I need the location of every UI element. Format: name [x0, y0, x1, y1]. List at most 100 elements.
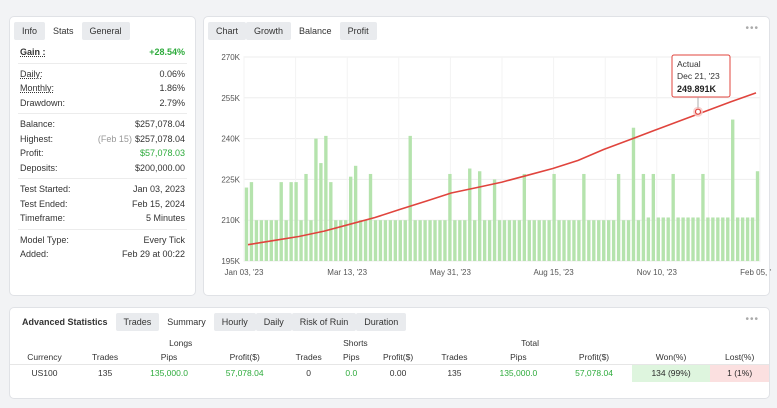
tab-advanced-statistics[interactable]: Advanced Statistics — [14, 313, 116, 331]
tab-risk-of-ruin[interactable]: Risk of Ruin — [291, 313, 357, 331]
bar — [324, 135, 328, 261]
highest-amount: $257,078.04 — [134, 133, 185, 144]
highest-row: Highest: (Feb 15) $257,078.04 — [10, 132, 195, 147]
bar — [582, 173, 586, 261]
bar — [522, 173, 527, 261]
cell-long-trades: 135 — [78, 363, 132, 382]
timeframe-label: Timeframe: — [20, 213, 66, 224]
bar — [636, 220, 641, 261]
balance-label: Balance: — [20, 119, 56, 130]
tab-summary[interactable]: Summary — [159, 313, 214, 331]
bar — [557, 220, 561, 261]
bar — [254, 220, 259, 261]
bar — [517, 220, 522, 261]
x-tick-label: Nov 10, '23 — [637, 268, 678, 277]
divider — [18, 113, 187, 114]
tab-hourly[interactable]: Hourly — [213, 313, 256, 331]
test-ended-label: Test Ended: — [20, 198, 68, 209]
bar — [686, 217, 690, 261]
y-tick-label: 195K — [221, 257, 240, 266]
bar — [552, 173, 556, 261]
bar — [542, 220, 546, 261]
group-header-row: Longs Shorts Total — [10, 336, 769, 350]
stats-panel: Info Stats General Gain : +28.54% Daily:… — [9, 16, 196, 296]
stats-tabs: Info Stats General — [14, 21, 191, 41]
bar — [368, 173, 373, 261]
bar — [279, 182, 283, 261]
col-short-trades: Trades — [295, 351, 322, 362]
more-options-icon[interactable]: ••• — [745, 314, 759, 325]
bar — [656, 217, 660, 261]
timeframe-value: 5 Minutes — [145, 213, 185, 224]
tab-general[interactable]: General — [81, 22, 130, 40]
divider — [18, 178, 187, 179]
advanced-statistics-panel: Advanced Statistics Trades Summary Hourl… — [9, 307, 770, 399]
bar — [616, 173, 621, 261]
bar — [726, 217, 730, 261]
y-tick-label: 225K — [221, 175, 240, 184]
bar — [562, 220, 566, 261]
deposits-row: Deposits: $200,000.00 — [10, 161, 195, 176]
bar — [502, 220, 507, 261]
col-long-trades: Trades — [92, 351, 119, 362]
balance-value: $257,078.04 — [134, 119, 185, 130]
bar — [403, 220, 407, 261]
bar — [597, 220, 601, 261]
bar — [433, 220, 437, 261]
added-value: Feb 29 at 00:22 — [121, 249, 185, 260]
bar — [706, 217, 710, 261]
tooltip-value: 249.891K — [677, 84, 717, 94]
col-long-profit: Profit($) — [229, 351, 260, 362]
col-long-pips: Pips — [160, 351, 178, 362]
balance-chart: 270K 255K 240K 225K 210K 195K Jan 03, '23 Mar 1… — [221, 53, 771, 277]
bar — [453, 220, 457, 261]
cell-won: 134 (99%) — [631, 363, 711, 382]
bar — [750, 217, 755, 261]
bar — [314, 138, 318, 261]
bar — [334, 220, 338, 261]
cell-total-trades: 135 — [428, 363, 481, 382]
bar — [731, 119, 735, 261]
bar — [532, 220, 536, 261]
bar — [423, 220, 427, 261]
highest-date: (Feb 15) — [97, 133, 132, 144]
bar — [721, 217, 725, 261]
bar — [507, 220, 512, 261]
bar — [740, 217, 745, 261]
bar — [473, 220, 477, 261]
col-won: Won(%) — [655, 351, 687, 362]
data-point-marker — [694, 108, 702, 115]
bar — [299, 220, 303, 261]
profit-value: $57,078.03 — [139, 148, 185, 159]
cell-short-trades: 0 — [282, 363, 335, 382]
test-ended-row: Test Ended: Feb 15, 2024 — [10, 197, 195, 212]
bar — [492, 179, 497, 261]
bar — [711, 217, 715, 261]
column-header-row: Currency Trades Pips Profit($) Trades Pi… — [10, 350, 769, 364]
group-empty — [710, 336, 769, 350]
tab-info[interactable]: Info — [14, 22, 46, 40]
group-longs: Longs — [169, 338, 193, 348]
daily-row: Daily: 0.06% — [10, 67, 195, 82]
bar — [676, 217, 680, 261]
x-tick-label: May 31, '23 — [430, 268, 472, 277]
bar — [671, 173, 675, 261]
tab-stats[interactable]: Stats — [45, 22, 82, 40]
tab-trades[interactable]: Trades — [115, 313, 160, 331]
tab-daily[interactable]: Daily — [255, 313, 292, 331]
tab-duration[interactable]: Duration — [356, 313, 407, 331]
bar — [651, 173, 656, 261]
bar — [716, 217, 720, 261]
bar — [587, 220, 591, 261]
bar — [458, 220, 462, 261]
bar — [418, 220, 422, 261]
x-tick-label: Feb 05, '24 — [740, 268, 771, 277]
group-shorts: Shorts — [343, 338, 368, 348]
highest-label: Highest: — [20, 133, 54, 144]
bar — [527, 220, 531, 261]
bar — [482, 220, 487, 261]
drawdown-label: Drawdown: — [20, 97, 66, 108]
advanced-stats-tabs: Advanced Statistics Trades Summary Hourl… — [14, 312, 765, 332]
bar — [606, 220, 611, 261]
chart-panel: Chart Growth Balance Profit ••• 270K 255K… — [203, 16, 771, 296]
